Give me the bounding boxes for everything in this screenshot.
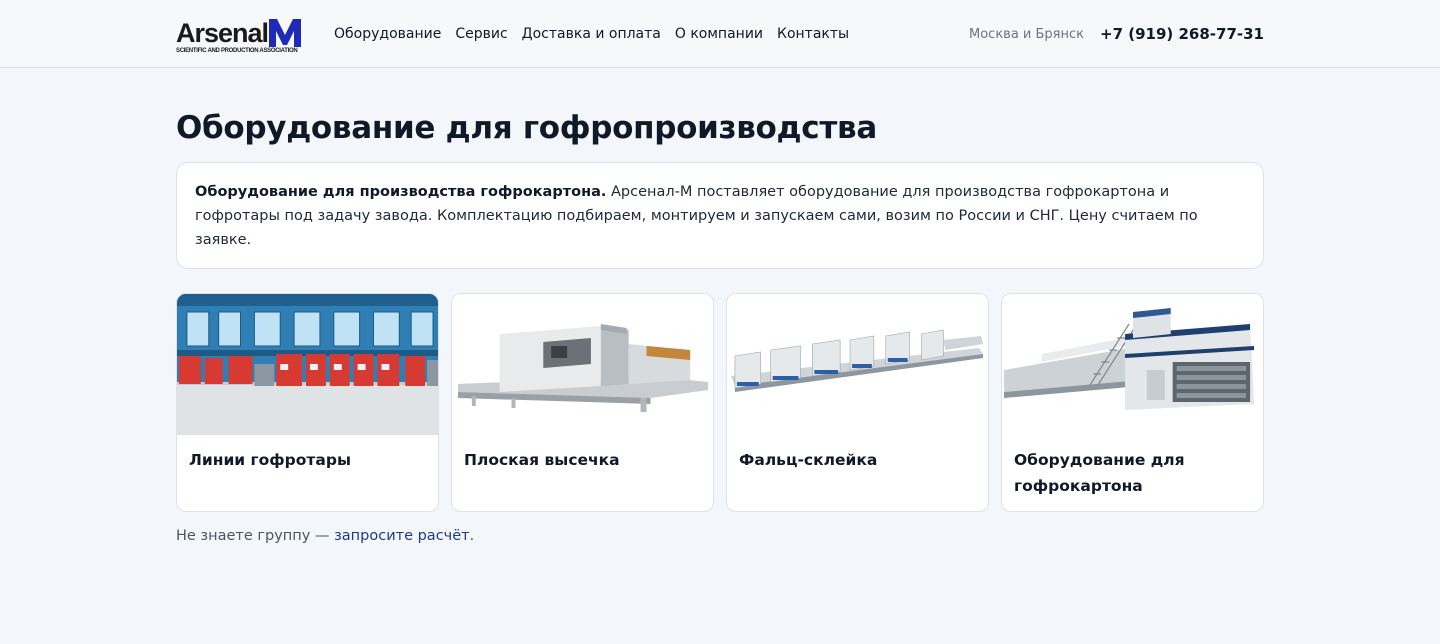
main-content: Оборудование для гофропроизводства Обору… bbox=[176, 110, 1264, 544]
card-box-lines[interactable]: Линии гофротары bbox=[176, 293, 439, 512]
card-title: Линии гофротары bbox=[189, 451, 351, 469]
category-cards: Линии гофротары Плоская высечка Фальц-ск… bbox=[176, 293, 1264, 512]
card-title: Плоская высечка bbox=[464, 451, 620, 469]
corrugator-image bbox=[1002, 294, 1263, 435]
nav-item-equipment[interactable]: Оборудование bbox=[334, 26, 441, 42]
box-line-image bbox=[177, 294, 438, 435]
logo[interactable]: Arsenal SCIENTIFIC AND PRODUCTION ASSOCI… bbox=[176, 15, 318, 54]
intro-box: Оборудование для производства гофрокарто… bbox=[176, 162, 1264, 269]
page-title: Оборудование для гофропроизводства bbox=[176, 110, 877, 146]
card-title: Фальц-склейка bbox=[739, 451, 878, 469]
nav-item-about[interactable]: О компании bbox=[675, 26, 763, 42]
request-note: Не знаете группу — запросите расчёт. bbox=[176, 528, 1264, 544]
nav-item-delivery[interactable]: Доставка и оплата bbox=[522, 26, 661, 42]
logo-word: Arsenal bbox=[176, 17, 269, 48]
site-header: Arsenal SCIENTIFIC AND PRODUCTION ASSOCI… bbox=[0, 0, 1440, 68]
nav-item-contacts[interactable]: Контакты bbox=[777, 26, 849, 42]
folder-gluer-image bbox=[727, 294, 988, 435]
card-flat-die-cutting[interactable]: Плоская высечка bbox=[451, 293, 714, 512]
nav-item-service[interactable]: Сервис bbox=[455, 26, 507, 42]
main-nav: Оборудование Сервис Доставка и оплата О … bbox=[334, 26, 863, 42]
request-note-suffix: . bbox=[469, 528, 475, 544]
logo-tagline: SCIENTIFIC AND PRODUCTION ASSOCIATION bbox=[176, 47, 298, 54]
logo-m-icon bbox=[269, 18, 302, 47]
card-folder-gluer[interactable]: Фальц-склейка bbox=[726, 293, 989, 512]
request-note-prefix: Не знаете группу — bbox=[176, 528, 335, 544]
die-cutter-image bbox=[452, 294, 713, 435]
card-corrugator[interactable]: Оборудование для гофрокартона bbox=[1001, 293, 1264, 512]
card-title: Оборудование для гофрокартона bbox=[1014, 451, 1185, 495]
intro-lead: Оборудование для производства гофрокарто… bbox=[195, 184, 607, 200]
request-quote-link[interactable]: запросите расчёт bbox=[334, 528, 470, 544]
phone-link[interactable]: +7 (919) 268-77-31 bbox=[1100, 25, 1264, 43]
city-label: Москва и Брянск bbox=[969, 26, 1085, 42]
